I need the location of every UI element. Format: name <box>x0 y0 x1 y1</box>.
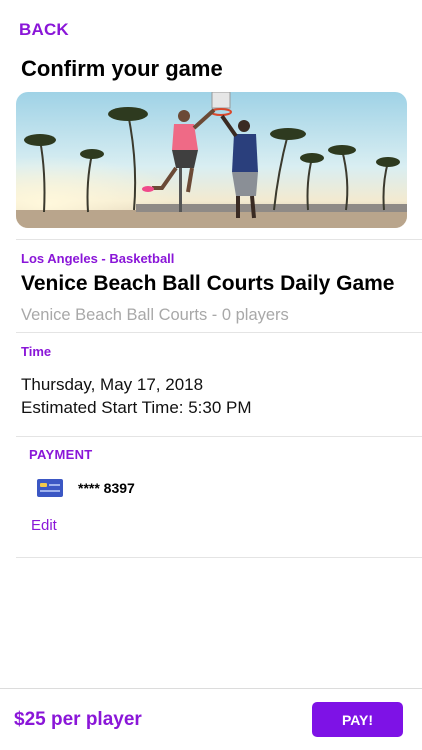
checkout-footer: $25 per player PAY! <box>0 688 422 750</box>
price-per-player: $25 per player <box>14 709 142 730</box>
game-category: Los Angeles - Basketball <box>21 251 175 266</box>
divider <box>16 239 422 240</box>
credit-card-icon <box>37 479 63 497</box>
page-title: Confirm your game <box>21 56 223 81</box>
basketball-players-photo-icon <box>16 92 407 228</box>
confirm-game-screen: BACK Confirm your game Los Angeles - Bas… <box>0 0 422 750</box>
divider <box>16 557 422 558</box>
game-title: Venice Beach Ball Courts Daily Game <box>21 272 395 295</box>
game-date: Thursday, May 17, 2018 <box>21 375 204 394</box>
divider <box>16 436 422 437</box>
venue-players: Venice Beach Ball Courts - 0 players <box>21 306 289 324</box>
pay-button[interactable]: PAY! <box>312 702 403 737</box>
estimated-start-time: Estimated Start Time: 5:30 PM <box>21 398 252 417</box>
payment-label: PAYMENT <box>29 447 93 462</box>
edit-payment-link[interactable]: Edit <box>31 517 57 534</box>
back-button[interactable]: BACK <box>19 20 69 40</box>
time-label: Time <box>21 344 52 359</box>
card-number: **** 8397 <box>78 480 135 496</box>
hero-image <box>16 92 407 228</box>
divider <box>16 332 422 333</box>
